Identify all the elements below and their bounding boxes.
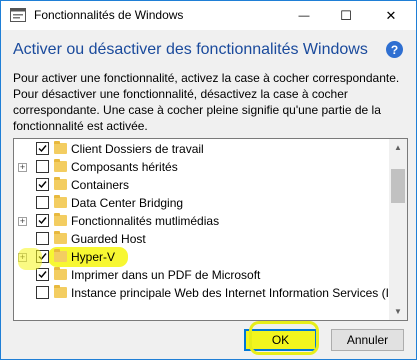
expand-plus-icon[interactable]: + — [18, 217, 27, 226]
feature-row[interactable]: + Fonctionnalités mutlimédias — [14, 212, 388, 230]
folder-icon — [54, 177, 67, 190]
instructions-text: Pour activer une fonctionnalité, activez… — [13, 71, 400, 133]
folder-icon — [54, 195, 67, 208]
feature-row[interactable]: Data Center Bridging — [14, 194, 388, 212]
cancel-button[interactable]: Annuler — [331, 329, 404, 351]
feature-label: Guarded Host — [71, 232, 146, 246]
folder-icon — [54, 141, 67, 154]
scroll-down-arrow-icon[interactable]: ▼ — [389, 303, 407, 320]
scroll-up-arrow-icon[interactable]: ▲ — [389, 139, 407, 156]
expand-plus-icon[interactable]: + — [18, 163, 27, 172]
highlight-marker — [18, 248, 42, 270]
feature-row[interactable]: Client Dossiers de travail — [14, 140, 388, 158]
feature-checkbox[interactable] — [36, 268, 49, 281]
feature-label: Data Center Bridging — [71, 196, 184, 210]
feature-label: Composants hérités — [71, 160, 178, 174]
feature-row[interactable]: Guarded Host — [14, 230, 388, 248]
feature-label: Hyper-V — [71, 250, 116, 264]
scrollbar-thumb[interactable] — [391, 169, 405, 203]
folder-icon — [54, 285, 67, 298]
feature-checkbox[interactable] — [36, 160, 49, 173]
vertical-scrollbar[interactable]: ▲ ▼ — [389, 139, 407, 320]
feature-checkbox[interactable] — [36, 214, 49, 227]
folder-icon — [54, 159, 67, 172]
folder-icon — [54, 249, 67, 262]
feature-label: Instance principale Web des Internet Inf… — [71, 286, 401, 300]
highlight-marker — [249, 321, 319, 355]
close-icon: ✕ — [385, 7, 397, 23]
minimize-icon: — — [298, 9, 310, 22]
minimize-button[interactable]: — — [284, 1, 324, 30]
feature-row[interactable]: +Hyper-V — [14, 248, 388, 266]
folder-icon — [54, 213, 67, 226]
feature-checkbox[interactable] — [36, 142, 49, 155]
close-button[interactable]: ✕ — [371, 1, 411, 30]
feature-checkbox[interactable] — [36, 286, 49, 299]
feature-row[interactable]: + Composants hérités — [14, 158, 388, 176]
feature-checkbox[interactable] — [36, 196, 49, 209]
page-title: Activer ou désactiver des fonctionnalité… — [13, 41, 368, 58]
maximize-icon: ☐ — [340, 7, 352, 23]
features-dialog: Fonctionnalités de Windows — ☐ ✕ Activer… — [0, 0, 417, 360]
feature-row[interactable]: Imprimer dans un PDF de Microsoft — [14, 266, 388, 284]
feature-label: Containers — [71, 178, 130, 192]
feature-checkbox[interactable] — [36, 178, 49, 191]
feature-row[interactable]: Instance principale Web des Internet Inf… — [14, 284, 400, 302]
maximize-button[interactable]: ☐ — [326, 1, 366, 30]
windows-features-icon — [10, 8, 26, 22]
help-icon[interactable]: ? — [386, 41, 403, 58]
feature-label: Client Dossiers de travail — [71, 142, 204, 156]
folder-icon — [54, 267, 67, 280]
features-tree[interactable]: Client Dossiers de travail + Composants hé… — [13, 138, 408, 321]
feature-label: Imprimer dans un PDF de Microsoft — [71, 268, 261, 282]
window-title: Fonctionnalités de Windows — [34, 8, 184, 22]
feature-checkbox[interactable] — [36, 232, 49, 245]
folder-icon — [54, 231, 67, 244]
feature-label: Fonctionnalités mutlimédias — [71, 214, 220, 228]
feature-row[interactable]: Containers — [14, 176, 388, 194]
title-bar[interactable]: Fonctionnalités de Windows — ☐ ✕ — [1, 1, 416, 30]
